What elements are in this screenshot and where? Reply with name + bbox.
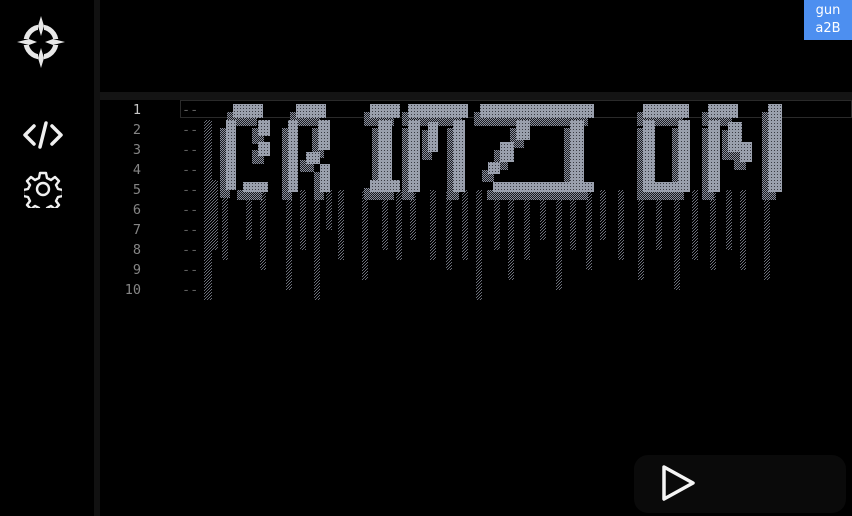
gear-icon xyxy=(21,170,65,215)
code-line: -- xyxy=(182,202,199,218)
code-line: -- xyxy=(182,142,199,158)
line-number: 9 xyxy=(132,262,141,278)
code-line: -- xyxy=(182,222,199,238)
code-icon xyxy=(23,120,63,154)
code-editor[interactable]: 1 2 3 4 5 6 7 8 9 10 -- -- -- -- -- -- -… xyxy=(100,100,852,516)
user-badge[interactable]: gun a2B xyxy=(804,0,852,40)
badge-line-1: gun xyxy=(815,3,841,18)
current-line-highlight xyxy=(180,100,852,118)
code-line: -- xyxy=(182,102,199,118)
line-number: 4 xyxy=(132,162,141,178)
line-number: 5 xyxy=(132,182,141,198)
line-number: 7 xyxy=(132,222,141,238)
code-line: -- xyxy=(182,242,199,258)
badge-line-2: a2B xyxy=(815,21,841,36)
play-icon xyxy=(658,463,698,507)
app-logo xyxy=(17,14,65,70)
line-number: 2 xyxy=(132,122,141,138)
run-button[interactable] xyxy=(654,462,702,508)
line-number: 3 xyxy=(132,142,141,158)
code-line: -- xyxy=(182,122,199,138)
line-number: 6 xyxy=(132,202,141,218)
line-number: 8 xyxy=(132,242,141,258)
code-line: -- xyxy=(182,182,199,198)
sidebar xyxy=(0,0,94,516)
line-number: 10 xyxy=(124,282,141,298)
line-number: 1 xyxy=(132,102,141,118)
settings-button[interactable] xyxy=(20,170,66,215)
panel-divider[interactable] xyxy=(100,92,852,100)
code-editor-button[interactable] xyxy=(20,117,66,157)
code-line: -- xyxy=(182,162,199,178)
code-line: -- xyxy=(182,282,199,298)
code-line: -- xyxy=(182,262,199,278)
top-panel xyxy=(100,0,852,92)
